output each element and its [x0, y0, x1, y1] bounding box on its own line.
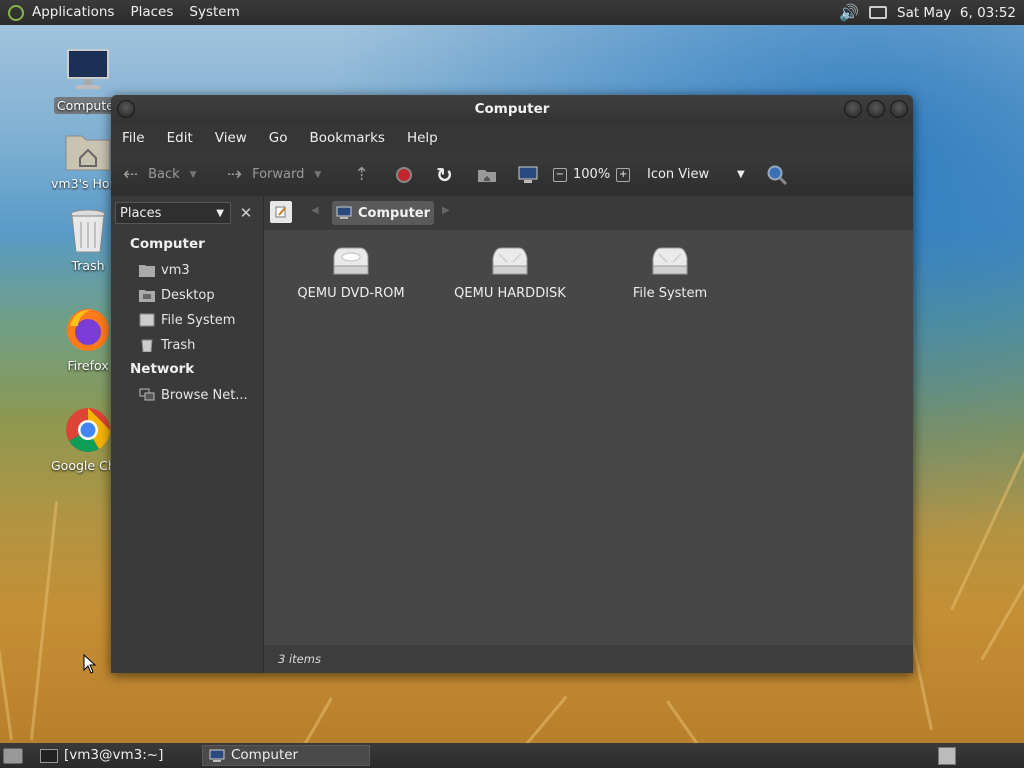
status-bar: 3 items — [264, 645, 913, 673]
computer-small-icon — [336, 206, 352, 219]
clock[interactable]: Sat May 6, 03:52 — [897, 5, 1016, 21]
network-icon — [139, 388, 155, 401]
stop-icon — [396, 166, 412, 183]
firefox-icon — [67, 309, 109, 351]
chevron-down-icon: ▼ — [216, 208, 224, 219]
item-count: 3 items — [278, 652, 321, 666]
toolbar: ⇠ Back ▼ ⇢ Forward ▼ ⇡ ↻ − 100% + Icon V… — [111, 153, 913, 197]
back-button[interactable]: ⇠ Back ▼ — [123, 153, 197, 196]
menu-bookmarks[interactable]: Bookmarks — [299, 123, 396, 153]
window-titlebar[interactable]: Computer — [111, 95, 913, 123]
desktop-folder-icon — [139, 290, 155, 302]
forward-history-dropdown-icon[interactable]: ▼ — [314, 170, 321, 180]
zoom-in-button[interactable]: + — [616, 167, 631, 182]
taskbar-item-computer[interactable]: Computer — [202, 745, 370, 766]
view-mode-select[interactable]: Icon View ▼ — [647, 153, 745, 196]
chrome-icon — [66, 408, 110, 452]
sidebar-item-trash[interactable]: Trash — [139, 335, 195, 355]
home-folder-icon — [65, 135, 111, 171]
system-menu[interactable]: System — [181, 0, 247, 25]
harddisk-icon — [652, 247, 688, 275]
zoom-level: 100% — [573, 167, 611, 182]
back-arrow-icon: ⇠ — [123, 164, 139, 185]
home-icon — [478, 169, 496, 182]
menubar: File Edit View Go Bookmarks Help — [111, 123, 913, 153]
sidebar-heading-computer: Computer — [130, 236, 205, 252]
home-button[interactable] — [477, 153, 497, 196]
menu-edit[interactable]: Edit — [156, 123, 204, 153]
terminal-icon — [40, 748, 58, 763]
file-view[interactable]: QEMU DVD-ROM QEMU HARDDISK File System — [264, 230, 913, 645]
computer-button[interactable] — [518, 153, 538, 196]
places-menu[interactable]: Places — [122, 0, 181, 25]
maximize-button[interactable] — [867, 100, 885, 118]
menu-go[interactable]: Go — [258, 123, 299, 153]
menu-view[interactable]: View — [204, 123, 258, 153]
search-button[interactable] — [766, 153, 788, 196]
sidebar-item-browse-network[interactable]: Browse Net... — [139, 385, 248, 405]
minimize-button[interactable] — [844, 100, 862, 118]
bottom-panel: [vm3@vm3:~] Computer — [0, 743, 1024, 768]
file-item-file-system[interactable]: File System — [600, 244, 740, 301]
top-panel: Applications Places System 🔊 Sat May 6, … — [0, 0, 1024, 25]
search-icon — [767, 165, 788, 185]
mouse-cursor-icon — [83, 654, 97, 674]
forward-button[interactable]: ⇢ Forward ▼ — [227, 153, 321, 196]
filesystem-icon — [139, 313, 155, 327]
zoom-out-button[interactable]: − — [553, 167, 567, 182]
location-bar: ◀ Computer ▶ — [264, 196, 913, 230]
sidebar-selector[interactable]: Places ▼ — [115, 202, 231, 224]
chevron-down-icon: ▼ — [737, 169, 745, 180]
sidebar-close-button[interactable]: ✕ — [235, 202, 257, 224]
display-icon[interactable] — [869, 6, 887, 19]
pencil-icon — [275, 206, 286, 218]
distro-logo-icon[interactable] — [8, 4, 24, 21]
sidebar: Places ▼ ✕ Computer vm3 Desktop File Sys… — [111, 196, 264, 673]
trash-icon — [70, 209, 106, 253]
sidebar-item-file-system[interactable]: File System — [139, 310, 235, 330]
menu-file[interactable]: File — [111, 123, 156, 153]
taskbar-item-terminal[interactable]: [vm3@vm3:~] — [34, 745, 202, 766]
zoom-control: − 100% + — [553, 153, 631, 196]
file-item-harddisk[interactable]: QEMU HARDDISK — [440, 244, 580, 301]
harddisk-icon — [492, 247, 528, 275]
reload-button[interactable]: ↻ — [436, 153, 453, 196]
path-scroll-right-icon[interactable]: ▶ — [442, 205, 450, 216]
optical-drive-icon — [333, 247, 369, 275]
path-segment-computer[interactable]: Computer — [332, 201, 435, 225]
applications-menu[interactable]: Applications — [24, 0, 122, 25]
stop-button[interactable] — [396, 153, 412, 196]
up-button[interactable]: ⇡ — [354, 153, 369, 196]
sidebar-item-vm3[interactable]: vm3 — [139, 260, 190, 280]
sidebar-item-desktop[interactable]: Desktop — [139, 285, 215, 305]
edit-location-button[interactable] — [270, 201, 292, 223]
computer-small-icon — [518, 166, 538, 183]
file-item-dvd-rom[interactable]: QEMU DVD-ROM — [281, 244, 421, 301]
window-menu-button[interactable] — [117, 100, 135, 118]
trash-icon — [141, 339, 153, 352]
forward-arrow-icon: ⇢ — [227, 164, 243, 185]
close-button[interactable] — [890, 100, 908, 118]
show-desktop-button[interactable] — [3, 748, 23, 764]
reload-icon: ↻ — [436, 162, 453, 187]
window-title: Computer — [474, 101, 550, 117]
volume-icon[interactable]: 🔊 — [839, 3, 859, 22]
home-folder-icon — [139, 265, 155, 277]
file-manager-window: Computer File Edit View Go Bookmarks Hel… — [111, 95, 913, 673]
computer-small-icon — [209, 749, 225, 762]
back-history-dropdown-icon[interactable]: ▼ — [190, 170, 197, 180]
computer-icon — [67, 49, 109, 89]
up-arrow-icon: ⇡ — [354, 164, 370, 185]
sidebar-heading-network: Network — [130, 361, 195, 377]
path-scroll-left-icon[interactable]: ◀ — [311, 205, 319, 216]
workspace-switcher[interactable] — [938, 747, 956, 765]
menu-help[interactable]: Help — [396, 123, 449, 153]
